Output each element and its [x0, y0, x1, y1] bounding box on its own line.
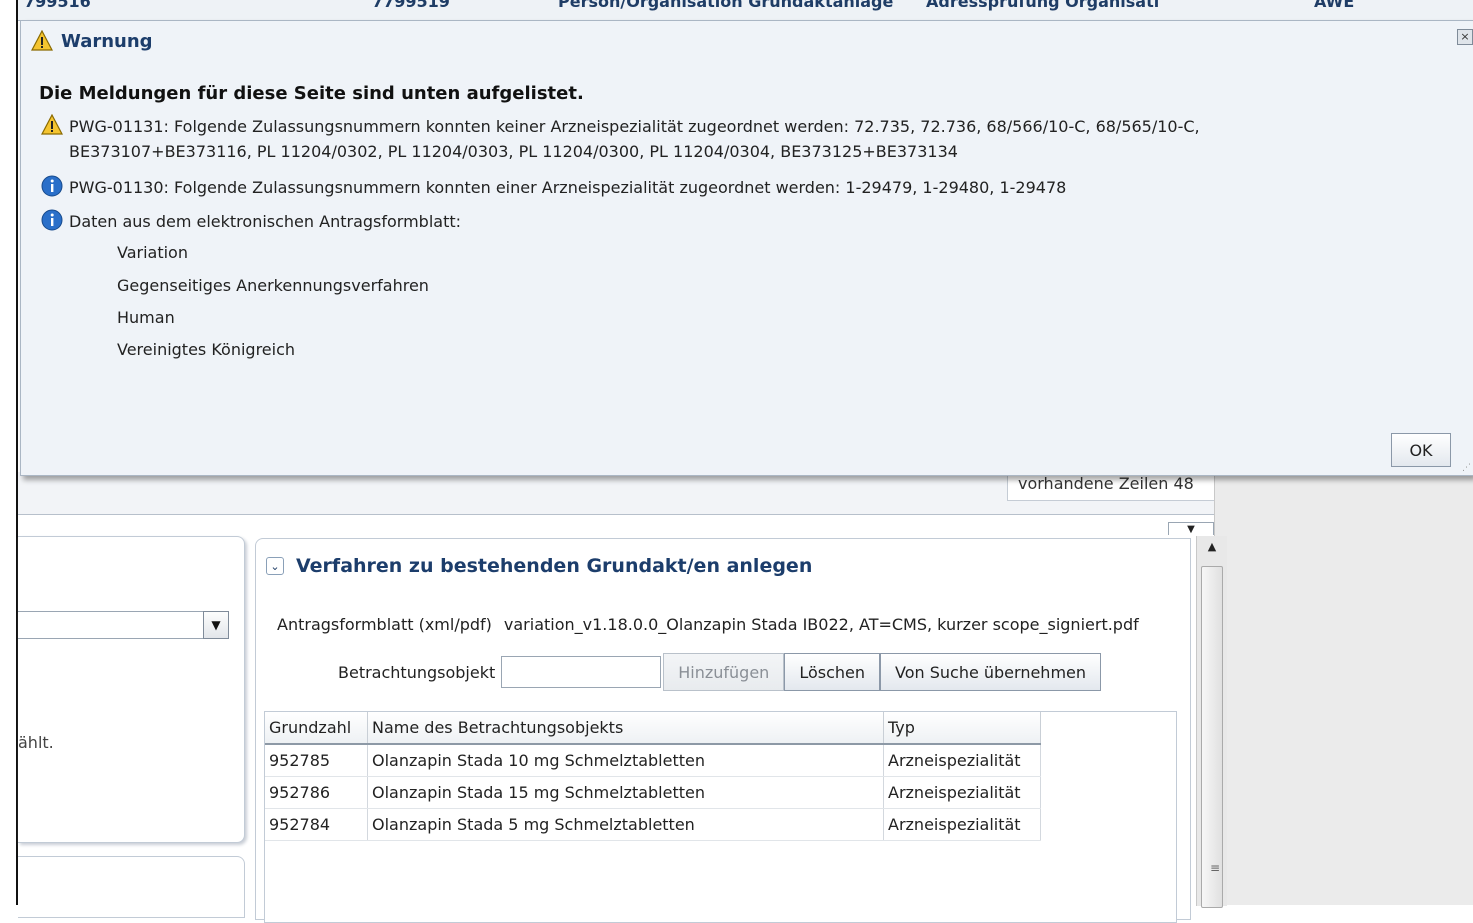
cell-grundzahl: 952786 [265, 776, 368, 809]
detail-line: Vereinigtes Königreich [117, 340, 296, 359]
cell-name: Olanzapin Stada 10 mg Schmelztabletten [367, 744, 884, 777]
message-text: BE373107+BE373116, PL 11204/0302, PL 112… [69, 142, 958, 161]
ok-button[interactable]: OK [1391, 433, 1451, 467]
message-text: Daten aus dem elektronischen Antragsform… [69, 212, 462, 231]
bg-cell: Adressprüfung Organisati [926, 0, 1160, 11]
objects-table: Grundzahl Name des Betrachtungsobjekts T… [264, 711, 1177, 923]
info-icon [41, 175, 63, 197]
form-row: Antragsformblatt (xml/pdf) variation_v1.… [277, 615, 1182, 634]
bg-cell: 7799519 [372, 0, 450, 11]
message-info: PWG-01130: Folgende Zulassungsnummern ko… [41, 175, 1066, 200]
background-table-header: 799516 7799519 Person/Organisation Grund… [18, 0, 1473, 21]
info-icon [41, 209, 63, 231]
splitter-collapse-button[interactable]: ▼ [1168, 522, 1214, 535]
cell-typ: Arzneispezialität [883, 776, 1041, 809]
column-header-name[interactable]: Name des Betrachtungsobjekts [367, 712, 884, 745]
delete-button[interactable]: Löschen [784, 653, 880, 691]
left-select[interactable]: ▼ [18, 611, 229, 639]
procedure-panel: ⌄ Verfahren zu bestehenden Grundakt/en a… [255, 538, 1191, 923]
dialog-heading: Die Meldungen für diese Seite sind unten… [39, 83, 584, 104]
cell-grundzahl: 952785 [265, 744, 368, 777]
cell-name: Olanzapin Stada 5 mg Schmelztabletten [367, 808, 884, 841]
add-button[interactable]: Hinzufügen [663, 653, 785, 691]
detail-line: Human [117, 308, 175, 327]
column-header-grundzahl[interactable]: Grundzahl [265, 712, 368, 745]
scroll-up-icon[interactable]: ▲ [1197, 540, 1227, 553]
message-text: PWG-01130: Folgende Zulassungsnummern ko… [69, 178, 1067, 197]
section-header[interactable]: ⌄ Verfahren zu bestehenden Grundakt/en a… [266, 555, 812, 577]
cell-grundzahl: 952784 [265, 808, 368, 841]
message-warning: PWG-01131: Folgende Zulassungsnummern ko… [41, 114, 1200, 164]
dialog-titlebar: Warnung [31, 30, 153, 52]
message-info: Daten aus dem elektronischen Antragsform… [41, 209, 461, 234]
chevron-down-icon[interactable]: ▼ [203, 611, 229, 639]
scroll-thumb[interactable]: ≡ [1201, 566, 1223, 908]
table-footer: vorhandene Zeilen 48 [18, 472, 1214, 515]
warning-icon [31, 30, 53, 51]
left-panel: ▼ ählt. [18, 536, 245, 843]
resize-grip-icon[interactable]: ⋰ [1462, 463, 1471, 473]
grip-icon: ≡ [1210, 861, 1221, 875]
window-edge [0, 0, 18, 905]
row-count-text: vorhandene Zeilen 48 [1018, 474, 1194, 493]
vertical-scrollbar[interactable]: ▲ ≡ [1196, 536, 1227, 908]
detail-line: Gegenseitiges Anerkennungsverfahren [117, 276, 429, 295]
table-row[interactable]: 952786 Olanzapin Stada 15 mg Schmelztabl… [265, 776, 1041, 809]
left-panel-lower [18, 856, 245, 918]
object-row: Betrachtungsobjekt Hinzufügen Löschen Vo… [338, 653, 1102, 691]
cell-typ: Arzneispezialität [883, 808, 1041, 841]
bg-cell: 799516 [24, 0, 91, 11]
section-title: Verfahren zu bestehenden Grundakt/en anl… [296, 555, 813, 577]
table-row[interactable]: 952785 Olanzapin Stada 10 mg Schmelztabl… [265, 744, 1041, 777]
warning-dialog: Warnung × Die Meldungen für diese Seite … [20, 20, 1473, 476]
cell-typ: Arzneispezialität [883, 744, 1041, 777]
bg-cell: Person/Organisation Grundaktanlage [558, 0, 894, 11]
from-search-button[interactable]: Von Suche übernehmen [880, 653, 1102, 691]
message-text: PWG-01131: Folgende Zulassungsnummern ko… [69, 117, 1200, 136]
cell-name: Olanzapin Stada 15 mg Schmelztabletten [367, 776, 884, 809]
bg-cell: AWE [1314, 0, 1355, 11]
column-header-typ[interactable]: Typ [883, 712, 1041, 745]
close-icon[interactable]: × [1457, 29, 1473, 45]
object-label: Betrachtungsobjekt [338, 662, 496, 682]
warning-icon [41, 114, 63, 135]
dialog-title: Warnung [61, 30, 153, 52]
detail-line: Variation [117, 243, 188, 262]
left-panel-text: ählt. [18, 733, 54, 752]
row-count-cell: vorhandene Zeilen 48 [1007, 472, 1214, 501]
chevron-down-icon[interactable]: ⌄ [266, 557, 284, 575]
object-input[interactable] [501, 656, 662, 688]
table-row[interactable]: 952784 Olanzapin Stada 5 mg Schmelztable… [265, 808, 1041, 841]
form-value: variation_v1.18.0.0_Olanzapin Stada IB02… [503, 615, 1139, 634]
form-label: Antragsformblatt (xml/pdf) [277, 615, 492, 634]
